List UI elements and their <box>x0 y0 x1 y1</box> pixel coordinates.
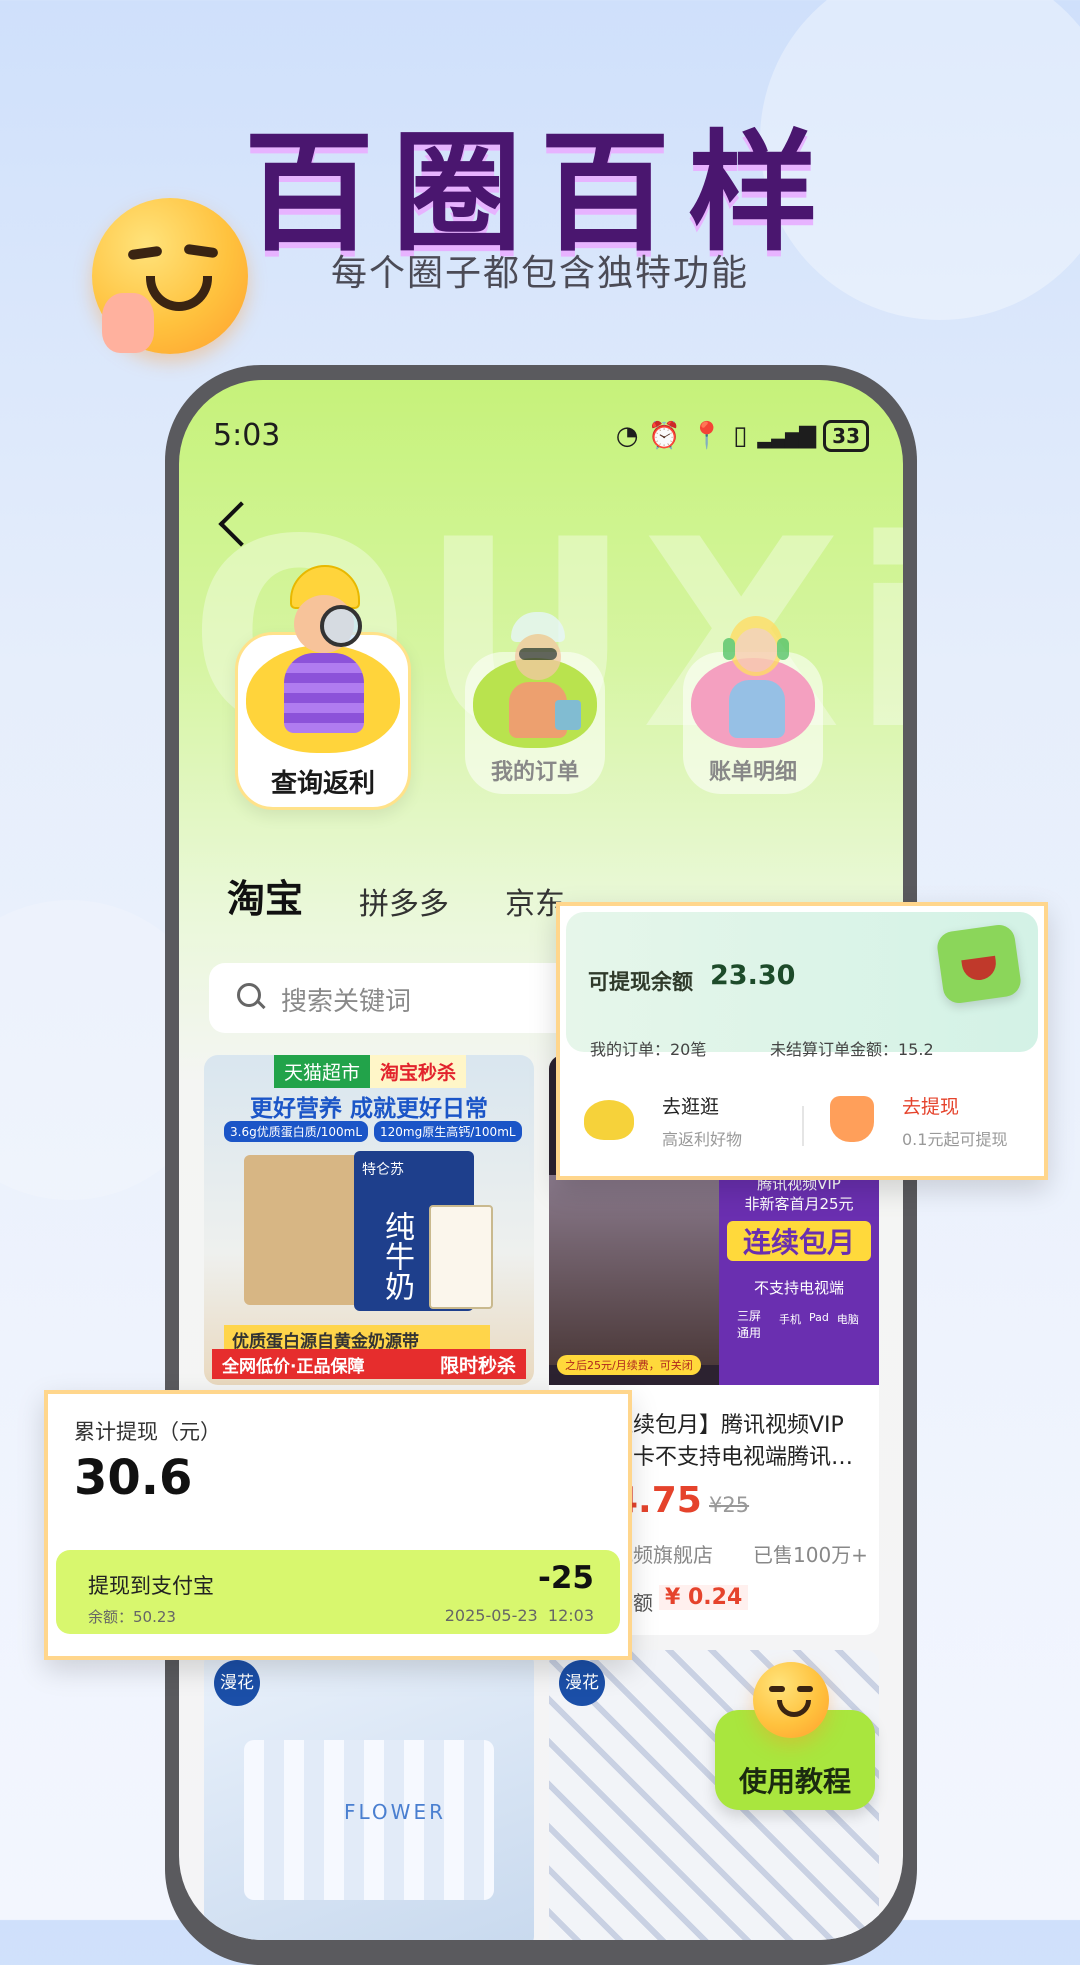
product-spec: 3.6g优质蛋白质/100mL <box>224 1121 369 1142</box>
go-shopping-title: 去逛逛 <box>662 1096 720 1118</box>
milk-box-text: 纯牛奶 <box>379 1211 414 1301</box>
balance-amount: 23.30 <box>710 960 796 991</box>
balance-orders: 我的订单：20笔 <box>590 1040 707 1059</box>
status-icons: ◔ ⏰ 📍 ▯ ▂▃▅▇ 33 <box>616 420 869 452</box>
brand-badge: 漫花 <box>559 1660 605 1706</box>
feature-label: 查询返利 <box>270 769 375 799</box>
tab-pinduoduo[interactable]: 拼多多 <box>359 879 449 923</box>
feature-label: 我的订单 <box>490 760 579 785</box>
product-headline: 更好营养 成就更好日常 <box>249 1096 488 1122</box>
rebate-value: ¥ 0.24 <box>659 1585 749 1610</box>
feature-query-rebate[interactable]: 查询返利 <box>235 565 411 810</box>
product-spec: 120mg原生高钙/100mL <box>374 1121 522 1142</box>
brand-badge: 漫花 <box>214 1660 260 1706</box>
speed-icon: ◔ <box>615 421 639 451</box>
withdraw-history-card: 累计提现（元） 30.6 提现到支付宝 -25 余额：50.23 2025-05… <box>44 1390 632 1660</box>
badge-flash-sale: 淘宝秒杀 <box>370 1055 467 1088</box>
balance-label: 可提现余额 <box>588 970 693 994</box>
status-bar: 5:03 ◔ ⏰ 📍 ▯ ▂▃▅▇ 33 <box>213 418 869 458</box>
record-title: 提现到支付宝 <box>88 1574 214 1598</box>
go-shopping-sub: 高返利好物 <box>662 1130 743 1149</box>
balance-card: 可提现余额 23.30 我的订单：20笔 未结算订单金额：15.2 去逛逛 高返… <box>556 902 1048 1180</box>
device-label: 手机 <box>779 1313 801 1326</box>
alarm-icon: ⏰ <box>648 421 681 451</box>
device-list: 手机 Pad 电脑 <box>779 1311 859 1327</box>
promo-line: 非新客首月25元 <box>744 1195 854 1213</box>
location-icon: 📍 <box>690 421 724 451</box>
promo-big: 连续包月 <box>727 1221 871 1261</box>
headphone-girl-icon <box>711 612 801 762</box>
product-specs: 3.6g优质蛋白质/100mL 120mg原生高钙/100mL <box>224 1121 522 1142</box>
smirk-thumbs-up-emoji-icon <box>92 198 248 354</box>
coin-hand-icon <box>830 1096 874 1142</box>
battery-icon: 33 <box>823 420 869 452</box>
tab-taobao[interactable]: 淘宝 <box>222 868 308 923</box>
product-original-price: ¥25 <box>709 1493 750 1517</box>
status-time: 5:03 <box>213 418 281 453</box>
product-bottom-band: 全网低价·正品保障 限时秒杀 <box>212 1349 526 1379</box>
product-title-line2: 月卡不支持电视端腾讯… <box>611 1445 854 1470</box>
go-shopping-action[interactable]: 去逛逛 高返利好物 <box>584 1092 784 1158</box>
product-title: 连续包月】腾讯视频VIP <box>611 1413 844 1438</box>
promo-footnote: 之后25元/月续费，可关闭 <box>557 1355 701 1375</box>
vibrate-icon: ▯ <box>733 421 748 451</box>
milk-brand: 特仑苏 <box>362 1162 404 1178</box>
product-badges: 天猫超市 淘宝秒杀 <box>274 1055 467 1088</box>
shopping-girl-icon <box>493 612 583 762</box>
record-amount: -25 <box>537 1560 594 1596</box>
withdraw-record[interactable]: 提现到支付宝 -25 余额：50.23 2025-05-23 12:03 <box>56 1550 620 1634</box>
device-label: 电脑 <box>836 1313 859 1326</box>
record-date: 2025-05-23 12:03 <box>444 1606 594 1625</box>
badge-tmall: 天猫超市 <box>274 1055 371 1088</box>
product-band-text: 全网低价·正品保障 <box>222 1356 365 1377</box>
product-band-text: 限时秒杀 <box>439 1354 516 1377</box>
withdraw-title: 去提现 <box>902 1096 960 1118</box>
platform-tabs: 淘宝 拼多多 京东 <box>222 868 565 923</box>
withdraw-total-label: 累计提现（元） <box>74 1420 221 1444</box>
record-balance: 余额：50.23 <box>88 1608 176 1626</box>
smirk-emoji-icon <box>753 1662 829 1738</box>
search-icon <box>237 983 261 1007</box>
promo-small: 不支持电视端 <box>753 1279 844 1297</box>
withdraw-total: 30.6 <box>74 1450 193 1506</box>
cast-photo <box>549 1175 719 1365</box>
wallet-mascot-icon <box>935 922 1023 1006</box>
milk-pack <box>429 1205 493 1309</box>
withdraw-sub: 0.1元起可提现 <box>902 1130 1008 1149</box>
tissue-text: FLOWER <box>344 1800 446 1824</box>
withdraw-action[interactable]: 去提现 0.1元起可提现 <box>830 1092 1030 1158</box>
product-card-tissue-1[interactable]: 漫花 FLOWER <box>204 1650 534 1940</box>
promo-panel: 腾讯视频VIP 非新客首月25元 连续包月 不支持电视端 三屏通用 手机 Pad… <box>719 1165 879 1385</box>
balance-pending: 未结算订单金额：15.2 <box>770 1040 934 1059</box>
feature-my-orders[interactable]: 我的订单 <box>465 612 605 794</box>
duck-mascot-icon <box>584 1100 634 1140</box>
card-divider <box>802 1106 804 1146</box>
product-card-milk[interactable]: 天猫超市 淘宝秒杀 更好营养 成就更好日常 3.6g优质蛋白质/100mL 12… <box>204 1055 534 1385</box>
detective-boy-icon <box>268 565 378 755</box>
product-sold: 已售100万+ <box>753 1543 868 1567</box>
feature-bill-details[interactable]: 账单明细 <box>683 616 823 794</box>
signal-icon: ▂▃▅▇ <box>757 423 816 449</box>
screens-label: 三屏通用 <box>737 1309 762 1340</box>
feature-label: 账单明细 <box>708 760 797 785</box>
tutorial-label: 使用教程 <box>738 1765 851 1798</box>
search-placeholder: 搜索关键词 <box>281 987 412 1017</box>
device-label: Pad <box>809 1311 829 1324</box>
